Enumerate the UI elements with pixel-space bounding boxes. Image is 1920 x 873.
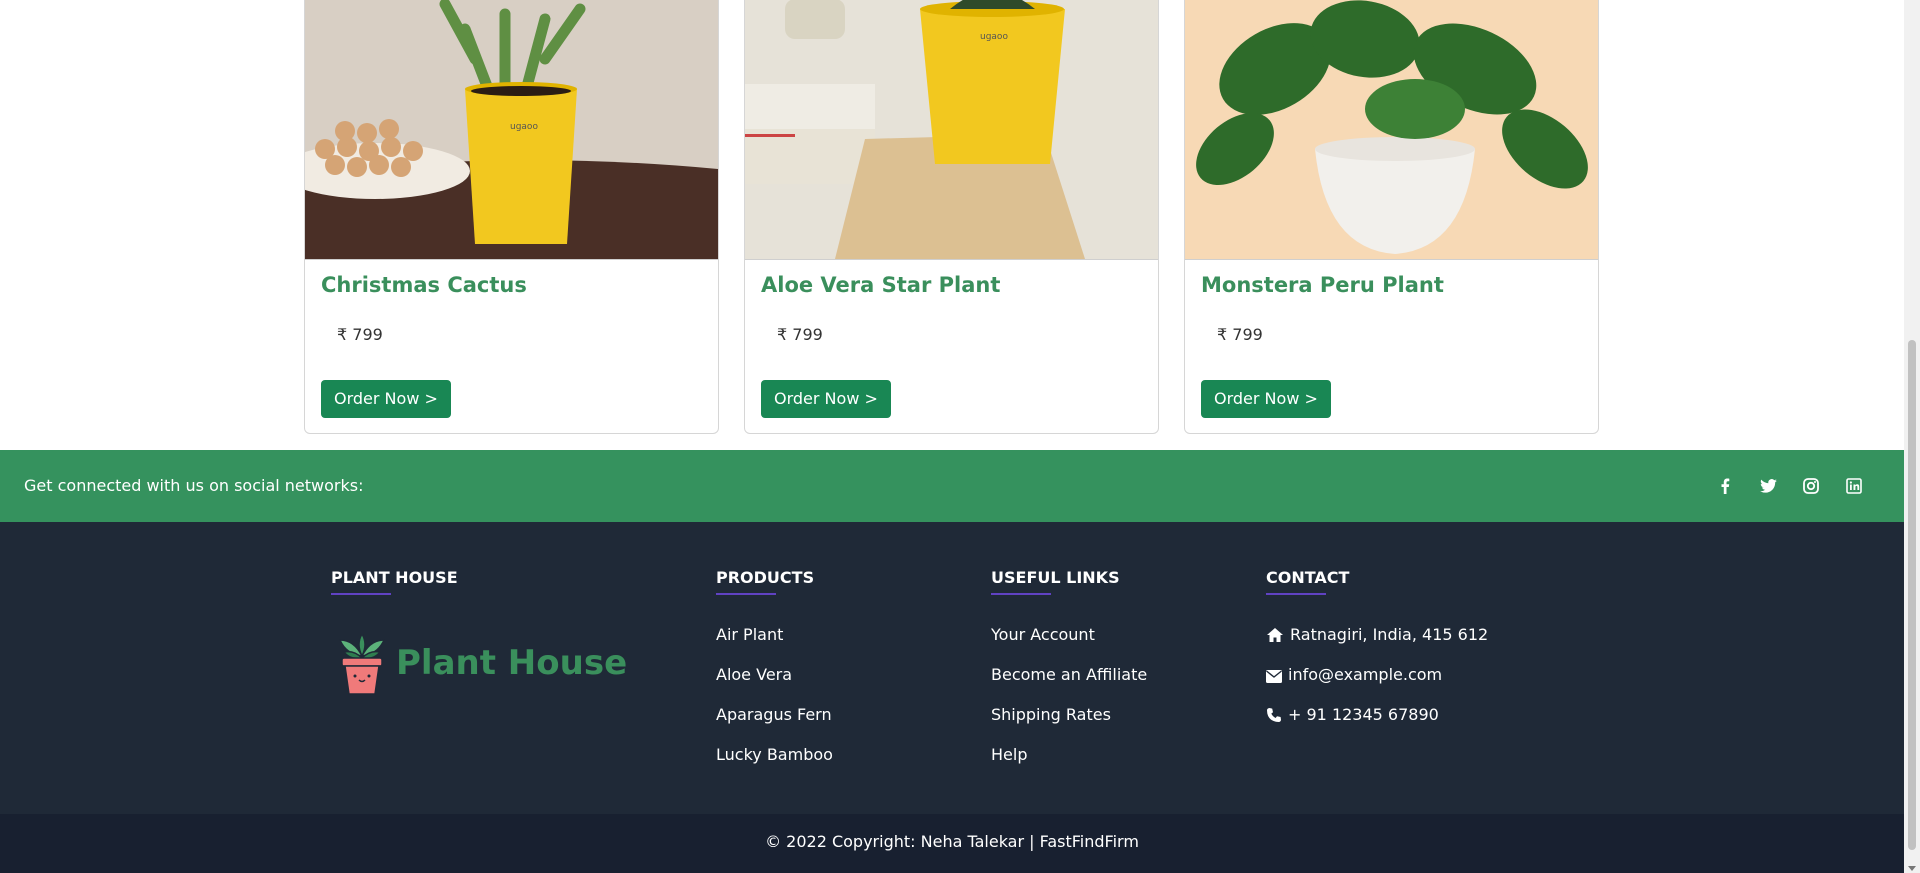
footer-links-column: USEFUL LINKS Your Account Become an Affi…: [991, 568, 1147, 783]
product-card: ugaoo Christmas Cactus ₹ 799 Order Now >: [304, 0, 719, 434]
contact-address: Ratnagiri, India, 415 612: [1266, 623, 1488, 663]
footer-brand-column: PLANT HOUSE: [331, 568, 458, 595]
svg-text:ugaoo: ugaoo: [510, 122, 538, 132]
footer-product-link[interactable]: Aparagus Fern: [716, 703, 833, 743]
social-icons: [1715, 476, 1864, 496]
product-image: ugaoo: [745, 0, 1158, 260]
logo-text: Plant House: [396, 643, 628, 683]
product-card: ugaoo Aloe Vera Star Plant ₹ 799 Order N…: [744, 0, 1159, 434]
home-icon: [1267, 628, 1283, 642]
contact-phone: + 91 12345 67890: [1266, 703, 1488, 743]
heading-underline: [991, 593, 1051, 595]
footer-useful-link[interactable]: Your Account: [991, 623, 1147, 663]
order-now-button[interactable]: Order Now >: [1201, 380, 1331, 418]
footer-product-link[interactable]: Lucky Bamboo: [716, 743, 833, 783]
product-price: ₹ 799: [337, 325, 383, 344]
product-card: Monstera Peru Plant ₹ 799 Order Now >: [1184, 0, 1599, 434]
product-title: Monstera Peru Plant: [1201, 273, 1444, 297]
contact-email: info@example.com: [1266, 663, 1488, 703]
footer-useful-link[interactable]: Become an Affiliate: [991, 663, 1147, 703]
footer-products-column: PRODUCTS Air Plant Aloe Vera Aparagus Fe…: [716, 568, 833, 783]
order-now-button[interactable]: Order Now >: [761, 380, 891, 418]
facebook-icon[interactable]: [1715, 476, 1735, 496]
plant-house-logo: Plant House: [338, 630, 627, 696]
scrollbar-thumb[interactable]: [1908, 340, 1916, 850]
product-image: ugaoo: [305, 0, 718, 260]
order-now-button[interactable]: Order Now >: [321, 380, 451, 418]
product-title: Aloe Vera Star Plant: [761, 273, 1001, 297]
twitter-icon[interactable]: [1758, 476, 1778, 496]
page-scrollbar[interactable]: [1904, 0, 1920, 873]
product-title: Christmas Cactus: [321, 273, 527, 297]
footer-useful-link[interactable]: Shipping Rates: [991, 703, 1147, 743]
footer-links-heading: USEFUL LINKS: [991, 568, 1120, 587]
scroll-down-arrow-icon[interactable]: [1908, 866, 1916, 871]
heading-underline: [331, 593, 391, 595]
heading-underline: [1266, 593, 1326, 595]
product-image: [1185, 0, 1598, 260]
footer-product-link[interactable]: Air Plant: [716, 623, 833, 663]
footer-brand-heading: PLANT HOUSE: [331, 568, 458, 587]
svg-text:ugaoo: ugaoo: [980, 32, 1008, 42]
envelope-icon: [1266, 670, 1282, 683]
social-text: Get connected with us on social networks…: [24, 476, 364, 495]
copyright-bar: © 2022 Copyright: Neha Talekar | FastFin…: [0, 814, 1904, 873]
social-bar: Get connected with us on social networks…: [0, 450, 1904, 522]
footer-useful-link[interactable]: Help: [991, 743, 1147, 783]
footer-products-heading: PRODUCTS: [716, 568, 815, 587]
product-cards-section: ugaoo Christmas Cactus ₹ 799 Order Now >…: [0, 0, 1904, 450]
product-price: ₹ 799: [777, 325, 823, 344]
footer: PLANT HOUSE Plant House PRODUCTS Air Pla…: [0, 522, 1904, 814]
product-price: ₹ 799: [1217, 325, 1263, 344]
footer-product-link[interactable]: Aloe Vera: [716, 663, 833, 703]
instagram-icon[interactable]: [1801, 476, 1821, 496]
heading-underline: [716, 593, 776, 595]
potted-plant-icon: [338, 632, 386, 695]
footer-contact-column: CONTACT Ratnagiri, India, 415 612 info@e…: [1266, 568, 1488, 743]
phone-icon: [1267, 708, 1281, 722]
linkedin-icon[interactable]: [1844, 476, 1864, 496]
footer-contact-heading: CONTACT: [1266, 568, 1350, 587]
